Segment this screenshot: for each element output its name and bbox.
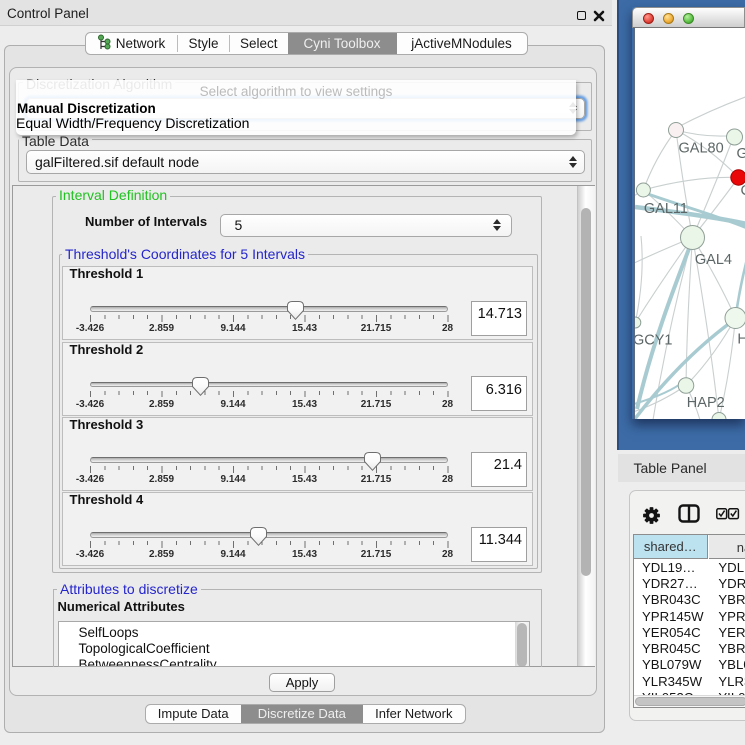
svg-text:GA: GA (736, 146, 745, 162)
svg-text:H: H (737, 331, 745, 347)
svg-text:GAL11: GAL11 (643, 201, 687, 217)
svg-text:GAL80: GAL80 (678, 140, 723, 156)
svg-text:HAP2: HAP2 (686, 395, 724, 411)
svg-text:GAL4: GAL4 (694, 252, 731, 268)
svg-text:C: C (740, 183, 745, 199)
svg-text:GCY1: GCY1 (635, 332, 673, 348)
